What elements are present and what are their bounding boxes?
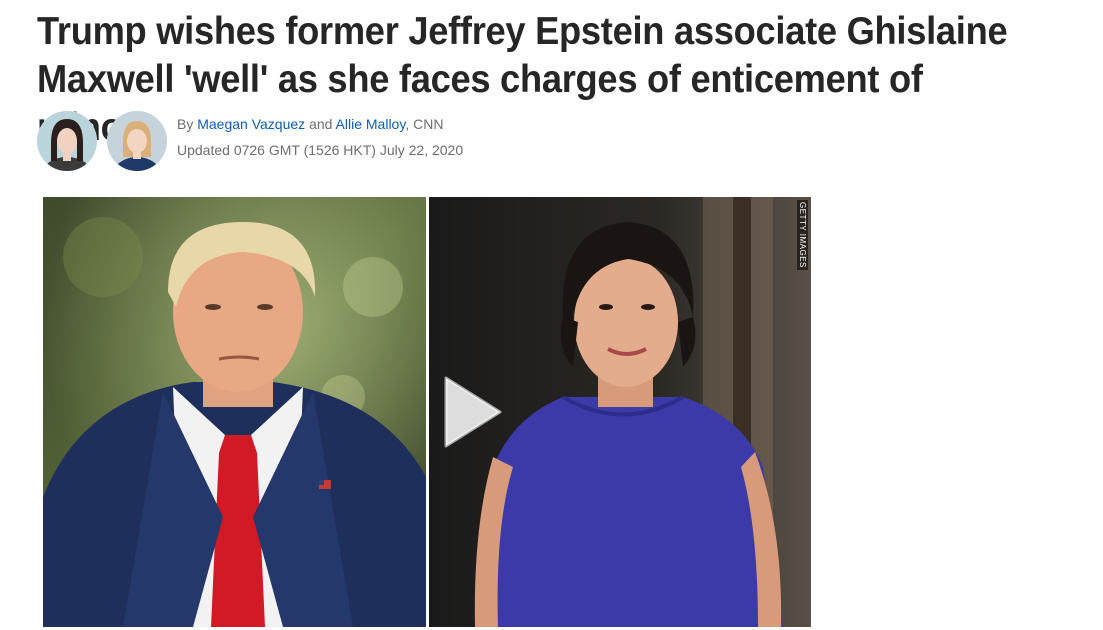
- author-avatar-allie-malloy[interactable]: [107, 111, 167, 171]
- article-timestamp: Updated 0726 GMT (1526 HKT) July 22, 202…: [177, 142, 464, 158]
- play-button[interactable]: [438, 372, 508, 452]
- author-avatar-maegan-vazquez[interactable]: [37, 111, 97, 171]
- video-thumbnail: [43, 197, 811, 627]
- byline-source: , CNN: [405, 116, 444, 132]
- author-link-allie-malloy[interactable]: Allie Malloy: [336, 116, 406, 132]
- byline-and: and: [309, 116, 333, 132]
- byline: By Maegan Vazquez and Allie Malloy, CNN: [177, 115, 443, 133]
- avatar-portrait: [37, 111, 97, 171]
- author-link-maegan-vazquez[interactable]: Maegan Vazquez: [197, 116, 305, 132]
- video-player[interactable]: GETTY IMAGES: [43, 197, 811, 627]
- photo-credit: GETTY IMAGES: [797, 200, 808, 270]
- byline-prefix: By: [177, 116, 194, 132]
- play-icon: [444, 376, 502, 448]
- avatar-portrait: [107, 111, 167, 171]
